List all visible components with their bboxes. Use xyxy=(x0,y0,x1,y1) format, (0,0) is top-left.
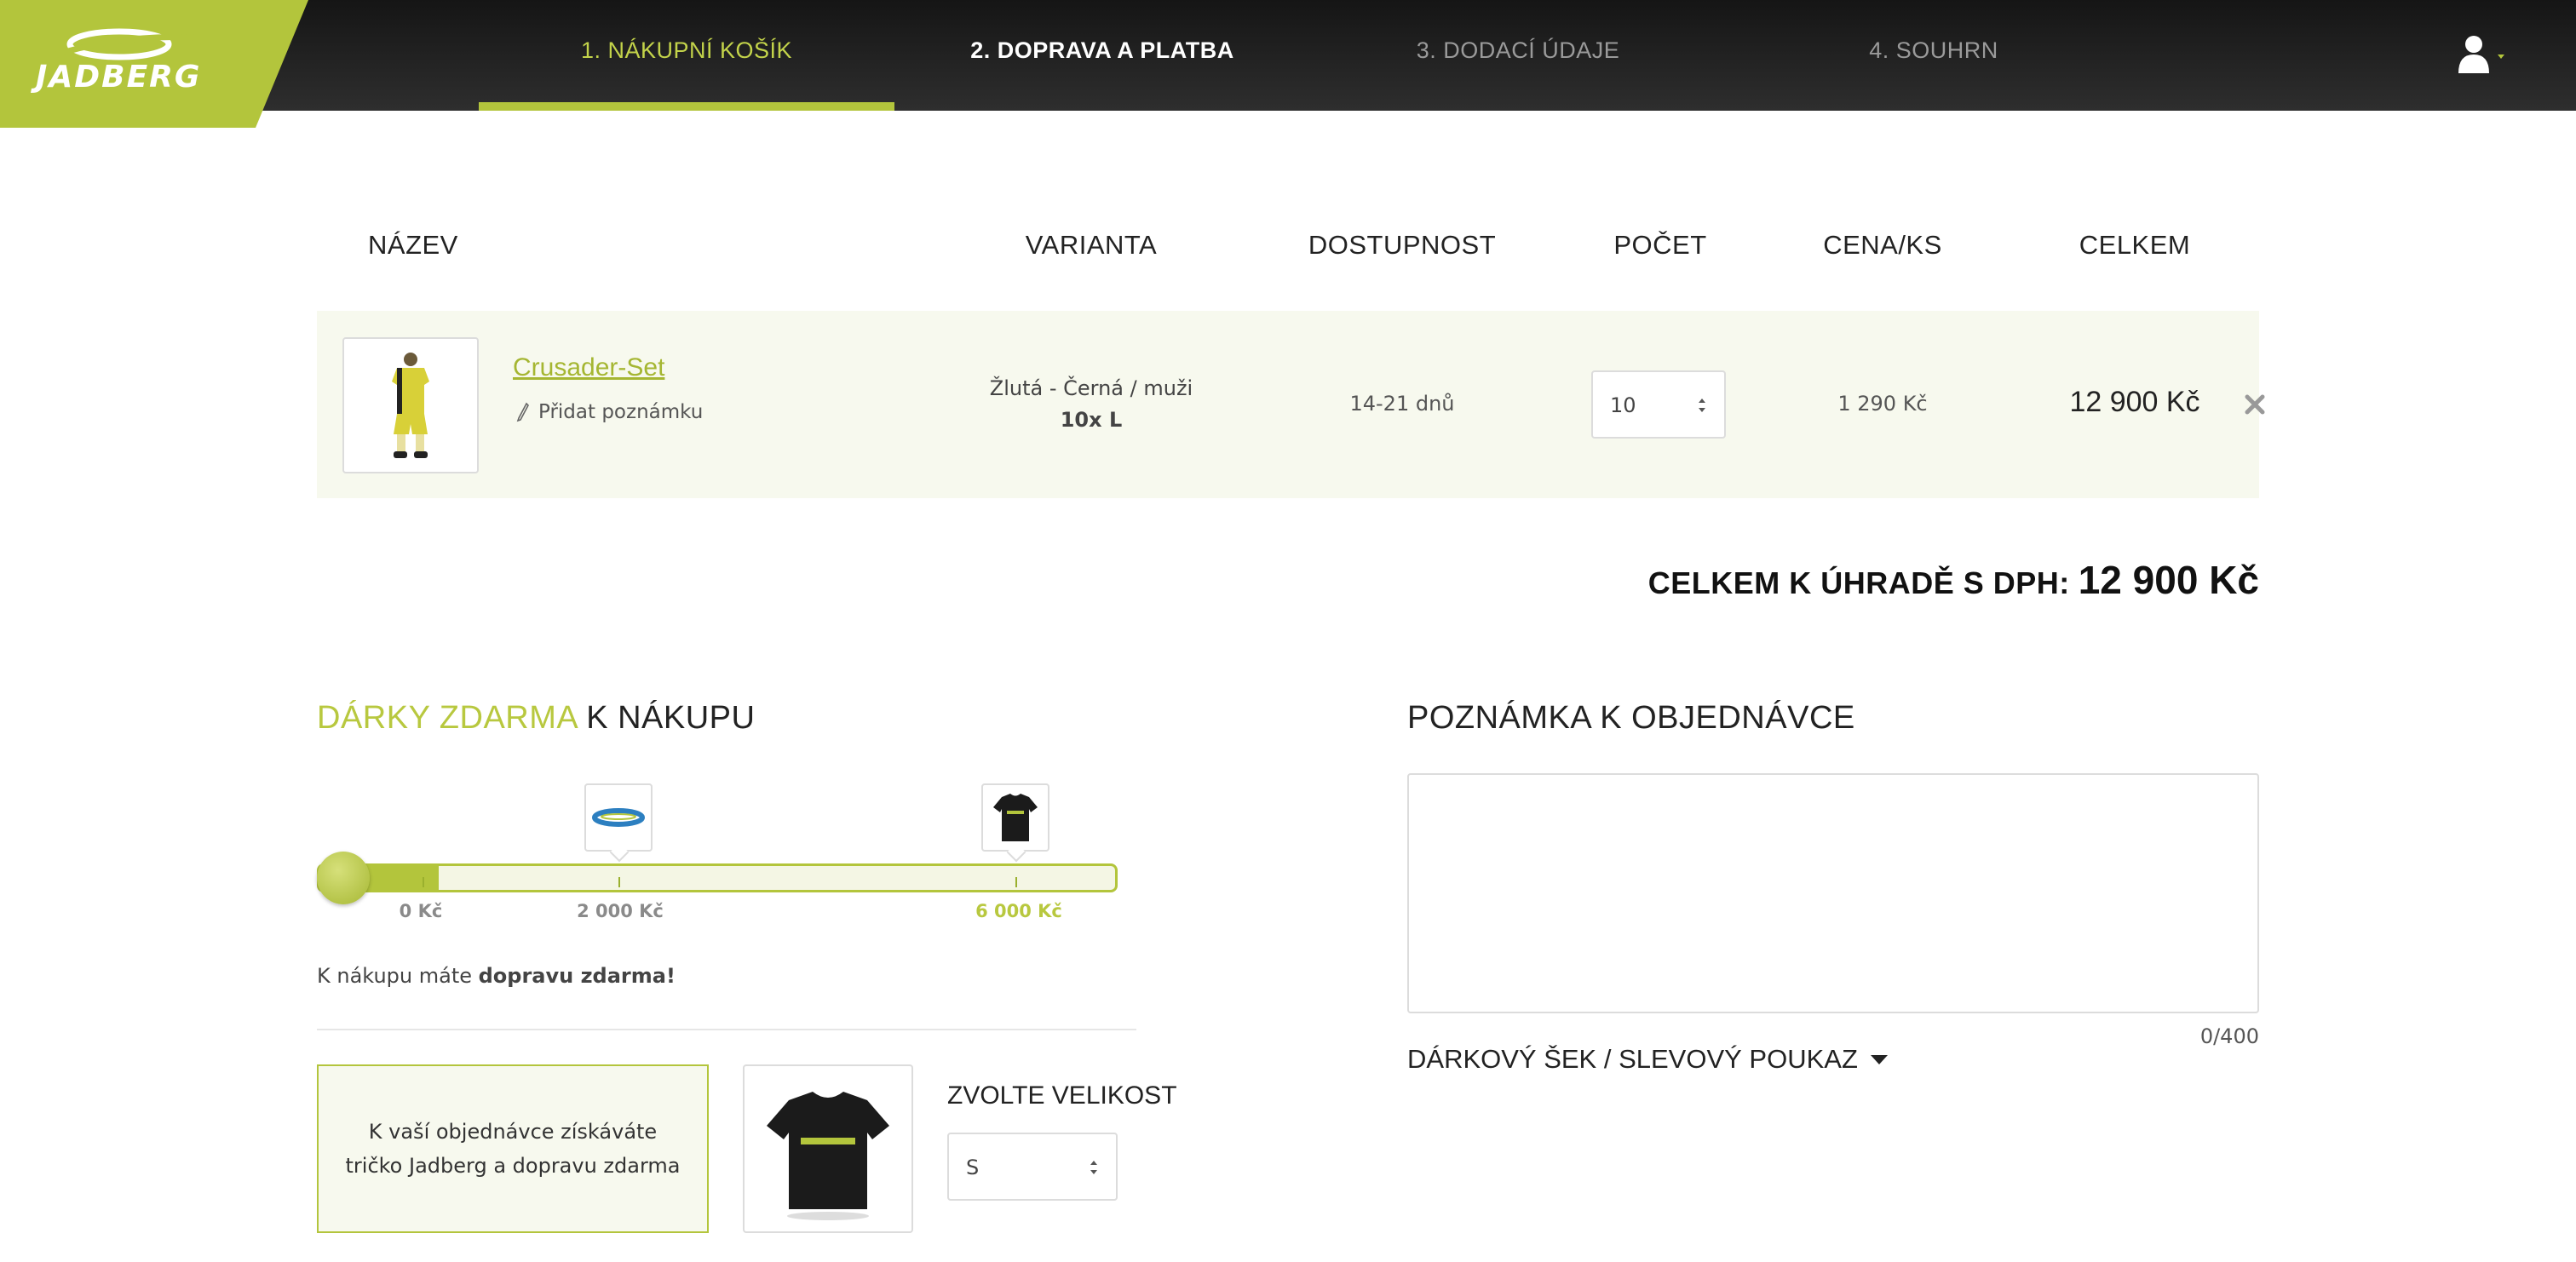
active-step-indicator xyxy=(479,102,894,111)
grand-total-label: CELKEM K ÚHRADĚ S DPH: xyxy=(1647,565,2070,600)
grand-total-value: 12 900 Kč xyxy=(2078,558,2259,602)
threshold-label: 0 Kč xyxy=(399,901,443,921)
updown-arrows-icon xyxy=(1699,399,1705,412)
wristband-icon xyxy=(592,808,645,827)
divider xyxy=(317,1029,1136,1030)
free-shipping-message: K nákupu máte dopravu zdarma! xyxy=(317,964,676,988)
variant-color: Žlutá - Černá / muži xyxy=(989,376,1193,400)
remove-item-button[interactable] xyxy=(2240,390,2269,419)
grand-total: CELKEM K ÚHRADĚ S DPH: 12 900 Kč xyxy=(1648,557,2259,603)
gift-marker-wristband xyxy=(584,783,653,863)
progress-tick xyxy=(1015,877,1017,887)
order-note-title: POZNÁMKA K OBJEDNÁVCE xyxy=(1407,700,1855,736)
brand-logo[interactable]: JADBERG xyxy=(0,0,308,128)
caret-down-icon xyxy=(1870,1055,1888,1064)
step-cart[interactable]: 1. NÁKUPNÍ KOŠÍK xyxy=(479,37,894,64)
order-note-counter: 0/400 xyxy=(2199,1024,2259,1048)
jersey-set-image xyxy=(392,353,429,458)
column-header-unit-price: CENA/KS xyxy=(1823,230,1942,260)
size-value: S xyxy=(966,1156,980,1179)
row-total-value: 12 900 Kč xyxy=(2069,386,2200,418)
step-shipping-payment[interactable]: 2. DOPRAVA A PLATBA xyxy=(894,37,1310,64)
order-note-textarea[interactable] xyxy=(1407,773,2259,1013)
updown-arrows-icon xyxy=(1090,1161,1097,1174)
gift-progress-bar xyxy=(317,863,1118,892)
step-summary[interactable]: 4. SOUHRN xyxy=(1726,37,2142,64)
gifts-title-accent: DÁRKY ZDARMA xyxy=(317,700,578,736)
checkout-header: JADBERG 1. NÁKUPNÍ KOŠÍK 2. DOPRAVA A PL… xyxy=(0,0,2576,128)
step-delivery-details[interactable]: 3. DODACÍ ÚDAJE xyxy=(1310,37,1726,64)
tshirt-image xyxy=(767,1092,889,1220)
column-header-quantity: POČET xyxy=(1613,230,1707,260)
voucher-toggle[interactable]: DÁRKOVÝ ŠEK / SLEVOVÝ POUKAZ xyxy=(1407,1044,1889,1075)
threshold-label: 2 000 Kč xyxy=(577,901,664,921)
cart-row: Crusader-Set Přidat poznámku Žlutá - Čer… xyxy=(317,311,2265,498)
add-note-label: Přidat poznámku xyxy=(538,401,704,423)
gift-info-box: K vaší objednávce získáváte tričko Jadbe… xyxy=(317,1064,709,1233)
product-name-link[interactable]: Crusader-Set xyxy=(513,353,664,382)
threshold-label: 6 000 Kč xyxy=(975,901,1062,921)
gift-tshirt-image xyxy=(743,1064,913,1233)
column-header-name: NÁZEV xyxy=(368,230,458,260)
free-shipping-bold: dopravu zdarma! xyxy=(478,964,676,988)
user-menu-button[interactable] xyxy=(2455,34,2510,77)
size-select[interactable]: S xyxy=(947,1133,1118,1201)
size-label: ZVOLTE VELIKOST xyxy=(947,1081,1177,1110)
user-icon xyxy=(2458,36,2504,73)
tshirt-icon xyxy=(993,794,1038,841)
logo-swoosh-icon xyxy=(49,28,197,60)
close-icon xyxy=(2245,394,2265,415)
progress-tick xyxy=(618,877,620,887)
gifts-title-rest: K NÁKUPU xyxy=(577,700,756,736)
product-image[interactable] xyxy=(342,337,479,473)
column-header-availability: DOSTUPNOST xyxy=(1308,230,1497,260)
progress-tick xyxy=(423,877,424,887)
free-shipping-prefix: K nákupu máte xyxy=(317,964,479,988)
unit-price-value: 1 290 Kč xyxy=(1837,392,1928,416)
quantity-value: 10 xyxy=(1610,393,1636,417)
progress-knob xyxy=(317,852,370,904)
gifts-title: DÁRKY ZDARMA K NÁKUPU xyxy=(317,700,755,737)
variant-size: 10x L xyxy=(1060,408,1123,432)
gift-marker-tshirt xyxy=(981,783,1049,863)
add-note-link[interactable]: Přidat poznámku xyxy=(516,401,703,423)
availability-value: 14-21 dnů xyxy=(1349,392,1455,416)
logo-text: JADBERG xyxy=(36,60,202,95)
voucher-toggle-label: DÁRKOVÝ ŠEK / SLEVOVÝ POUKAZ xyxy=(1407,1044,1858,1074)
pencil-icon xyxy=(516,402,529,422)
column-header-variant: VARIANTA xyxy=(1025,230,1158,260)
column-header-total: CELKEM xyxy=(2079,230,2191,260)
quantity-select[interactable]: 10 xyxy=(1591,370,1726,439)
